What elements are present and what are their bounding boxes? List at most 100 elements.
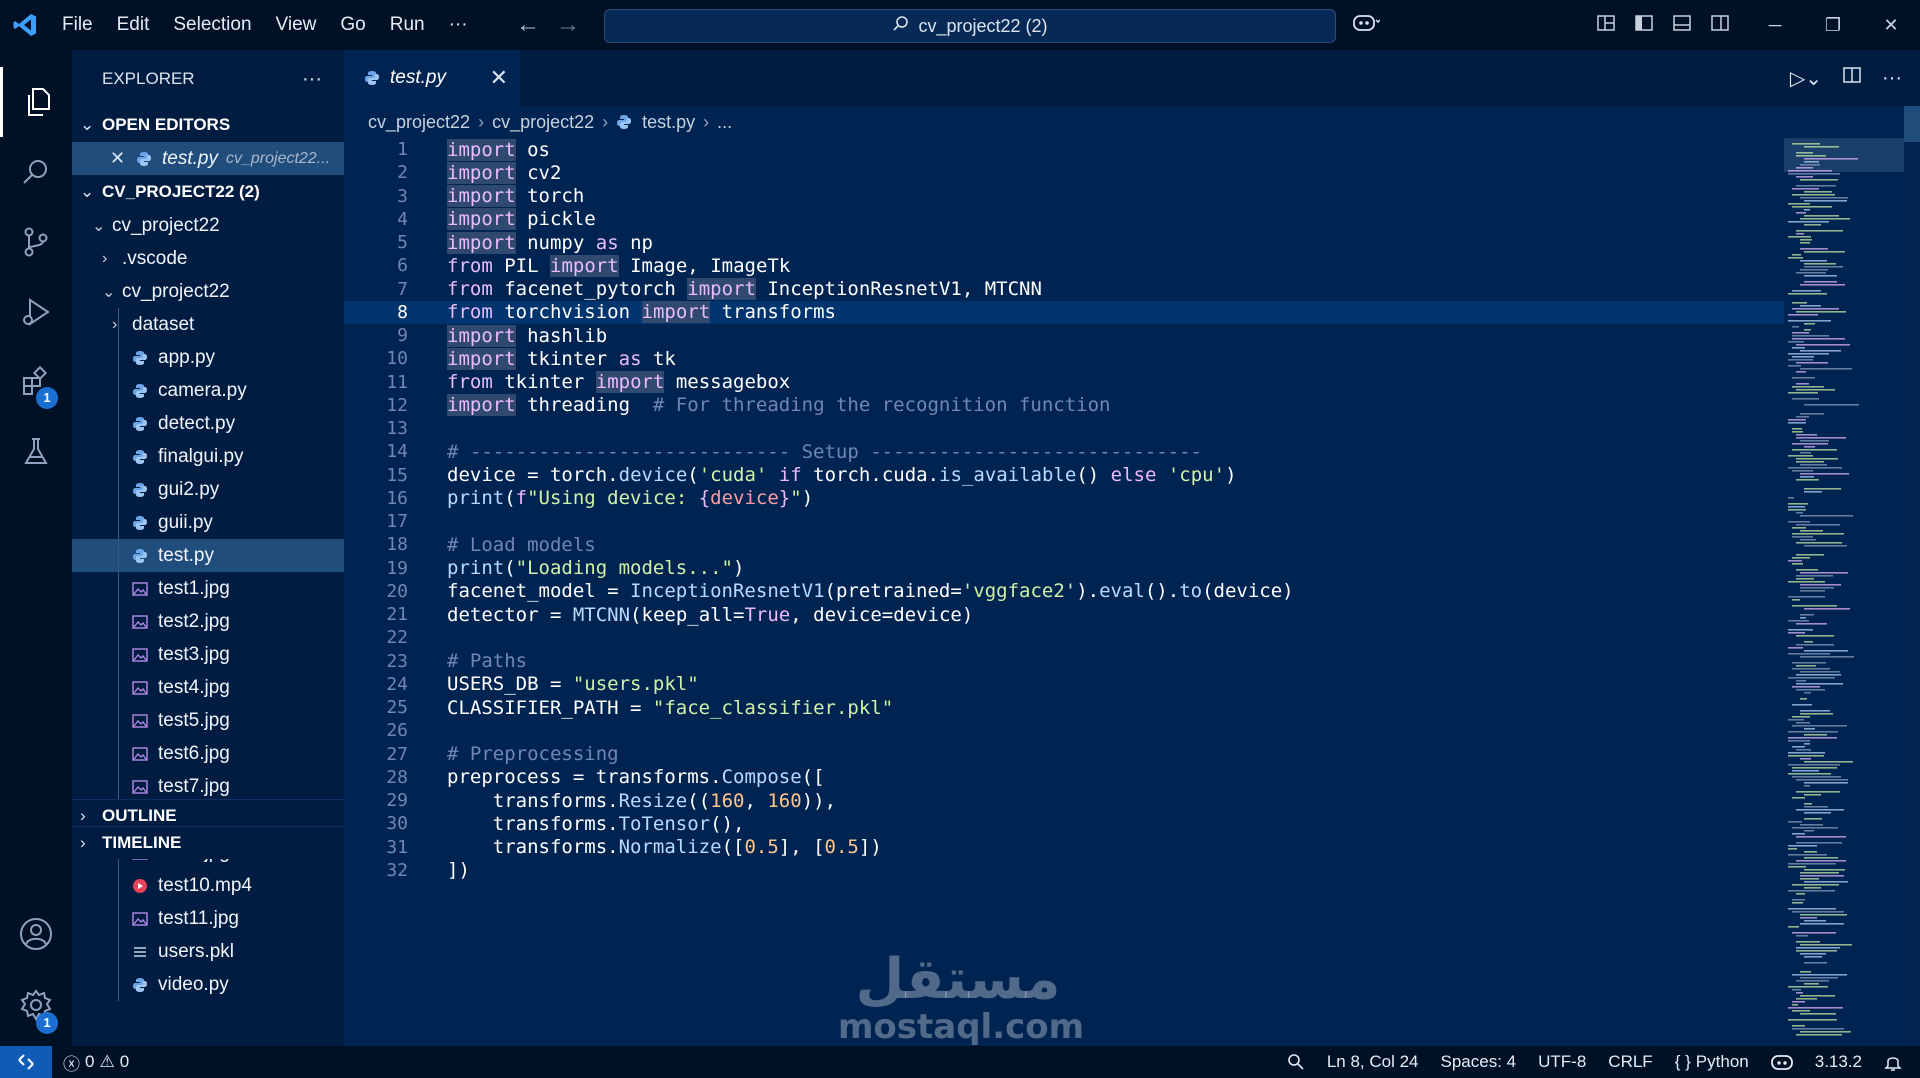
code-line[interactable]: 2 import cv2 [344, 161, 1784, 184]
tree-file[interactable]: app.py [72, 341, 344, 374]
explorer-icon[interactable] [0, 67, 72, 137]
copilot-icon[interactable] [1352, 11, 1381, 39]
tree-file[interactable]: users.pkl [72, 935, 344, 968]
menu-item[interactable]: File [50, 0, 105, 50]
tree-folder[interactable]: ⌄ cv_project22 [72, 209, 344, 242]
notifications-bell-icon[interactable] [1873, 1053, 1920, 1071]
code-line[interactable]: 20 facenet_model = InceptionResnetV1(pret… [344, 580, 1784, 603]
copilot-status-icon[interactable] [1760, 1053, 1804, 1071]
code-line[interactable]: 17 [344, 510, 1784, 533]
vertical-scrollbar[interactable] [1904, 106, 1920, 1046]
menu-item[interactable]: Edit [105, 0, 162, 50]
tree-folder[interactable]: ⌄ cv_project22 [72, 275, 344, 308]
editor-more-icon[interactable]: ··· [1882, 67, 1902, 90]
python-interpreter[interactable]: 3.13.2 [1804, 1052, 1873, 1072]
scrollbar-thumb[interactable] [1904, 106, 1920, 142]
source-control-icon[interactable] [0, 207, 72, 277]
end-of-line[interactable]: CRLF [1597, 1052, 1663, 1072]
open-editor-item[interactable]: ✕ test.py cv_project22... [72, 142, 344, 175]
extensions-icon[interactable]: 1 [0, 347, 72, 417]
tree-file[interactable]: test11.jpg [72, 902, 344, 935]
code-line[interactable]: 22 [344, 626, 1784, 649]
code-line[interactable]: 1 import os [344, 138, 1784, 161]
code-line[interactable]: 16 print(f"Using device: {device}") [344, 487, 1784, 510]
code-line[interactable]: 23 # Paths [344, 650, 1784, 673]
code-line[interactable]: 18 # Load models [344, 533, 1784, 556]
code-editor[interactable]: 1 import os 2 import cv2 3 import torch 4 impor… [344, 138, 1784, 1046]
breadcrumb-item[interactable]: ... [717, 112, 732, 133]
manage-gear-icon[interactable]: 1 [0, 970, 72, 1040]
code-line[interactable]: 4 import pickle [344, 208, 1784, 231]
timeline-header[interactable]: › TIMELINE [72, 826, 344, 859]
indentation[interactable]: Spaces: 4 [1430, 1052, 1528, 1072]
code-line[interactable]: 9 import hashlib [344, 324, 1784, 347]
code-line[interactable]: 21 detector = MTCNN(keep_all=True, device… [344, 603, 1784, 626]
breadcrumb-item[interactable]: cv_project22 [368, 112, 470, 133]
code-line[interactable]: 10 import tkinter as tk [344, 347, 1784, 370]
restore-icon[interactable]: ❐ [1804, 15, 1862, 36]
code-line[interactable]: 32]) [344, 859, 1784, 882]
workspace-header[interactable]: ⌄ CV_PROJECT22 (2) [72, 175, 344, 209]
tree-file[interactable]: test3.jpg [72, 638, 344, 671]
toggle-panel-icon[interactable] [1672, 13, 1692, 38]
code-line[interactable]: 24 USERS_DB = "users.pkl" [344, 673, 1784, 696]
minimap[interactable] [1784, 138, 1904, 1046]
zoom-search-icon[interactable] [1276, 1053, 1316, 1071]
testing-icon[interactable] [0, 417, 72, 487]
breadcrumb-item[interactable]: test.py [642, 112, 695, 133]
code-line[interactable]: 25 CLASSIFIER_PATH = "face_classifier.pkl… [344, 696, 1784, 719]
menu-item[interactable]: ··· [437, 0, 480, 50]
tree-file[interactable]: detect.py [72, 407, 344, 440]
code-line[interactable]: 7 from facenet_pytorch import InceptionRe… [344, 278, 1784, 301]
remote-indicator-icon[interactable] [0, 1046, 52, 1078]
encoding[interactable]: UTF-8 [1527, 1052, 1597, 1072]
run-file-icon[interactable]: ▷⌄ [1790, 66, 1822, 91]
tree-file[interactable]: finalgui.py [72, 440, 344, 473]
tree-file[interactable]: test10.mp4 [72, 869, 344, 902]
tree-file[interactable]: test2.jpg [72, 605, 344, 638]
close-tab-icon[interactable]: ✕ [490, 65, 508, 91]
code-line[interactable]: 8 from torchvision import transforms [344, 300, 1784, 324]
tree-file[interactable]: guii.py [72, 506, 344, 539]
code-line[interactable]: 12 import threading # For threading the r… [344, 394, 1784, 417]
code-line[interactable]: 29 transforms.Resize((160, 160)), [344, 789, 1784, 812]
code-line[interactable]: 28 preprocess = transforms.Compose([ [344, 766, 1784, 789]
tree-file[interactable]: test5.jpg [72, 704, 344, 737]
open-editors-header[interactable]: ⌄ OPEN EDITORS [72, 108, 344, 142]
problems-indicator[interactable]: ⓧ 0 ⚠ 0 [52, 1050, 140, 1075]
code-line[interactable]: 27 # Preprocessing [344, 743, 1784, 766]
tree-file[interactable]: video.py [72, 968, 344, 1001]
tree-file[interactable]: test6.jpg [72, 737, 344, 770]
menu-item[interactable]: View [264, 0, 329, 50]
close-icon[interactable]: ✕ [1862, 15, 1920, 36]
tree-file[interactable]: gui2.py [72, 473, 344, 506]
code-line[interactable]: 19 print("Loading models...") [344, 557, 1784, 580]
code-line[interactable]: 13 [344, 417, 1784, 440]
run-debug-icon[interactable] [0, 277, 72, 347]
breadcrumb-item[interactable]: cv_project22 [492, 112, 594, 133]
tree-folder[interactable]: › .vscode [72, 242, 344, 275]
tree-file[interactable]: test1.jpg [72, 572, 344, 605]
tree-file[interactable]: camera.py [72, 374, 344, 407]
tab-test-py[interactable]: test.py ✕ [344, 50, 520, 106]
tree-file[interactable]: test.py [72, 539, 344, 572]
split-editor-icon[interactable] [1842, 65, 1862, 91]
code-line[interactable]: 26 [344, 719, 1784, 742]
code-line[interactable]: 31 transforms.Normalize([0.5], [0.5]) [344, 836, 1784, 859]
code-line[interactable]: 3 import torch [344, 185, 1784, 208]
minimize-icon[interactable]: ─ [1746, 15, 1804, 36]
customize-layout-icon[interactable] [1596, 13, 1616, 38]
code-line[interactable]: 11 from tkinter import messagebox [344, 371, 1784, 394]
account-icon[interactable] [0, 899, 72, 969]
command-center-search[interactable]: cv_project22 (2) [604, 9, 1336, 43]
menu-item[interactable]: Selection [161, 0, 263, 50]
toggle-primary-sidebar-icon[interactable] [1634, 13, 1654, 38]
more-actions-icon[interactable]: ··· [302, 68, 322, 91]
toggle-secondary-sidebar-icon[interactable] [1710, 13, 1730, 38]
close-editor-icon[interactable]: ✕ [110, 148, 136, 169]
menu-item[interactable]: Go [328, 0, 377, 50]
language-mode[interactable]: { } Python [1664, 1052, 1760, 1072]
cursor-position[interactable]: Ln 8, Col 24 [1316, 1052, 1430, 1072]
back-arrow-icon[interactable]: ← [508, 11, 548, 39]
tree-folder[interactable]: › dataset [72, 308, 344, 341]
